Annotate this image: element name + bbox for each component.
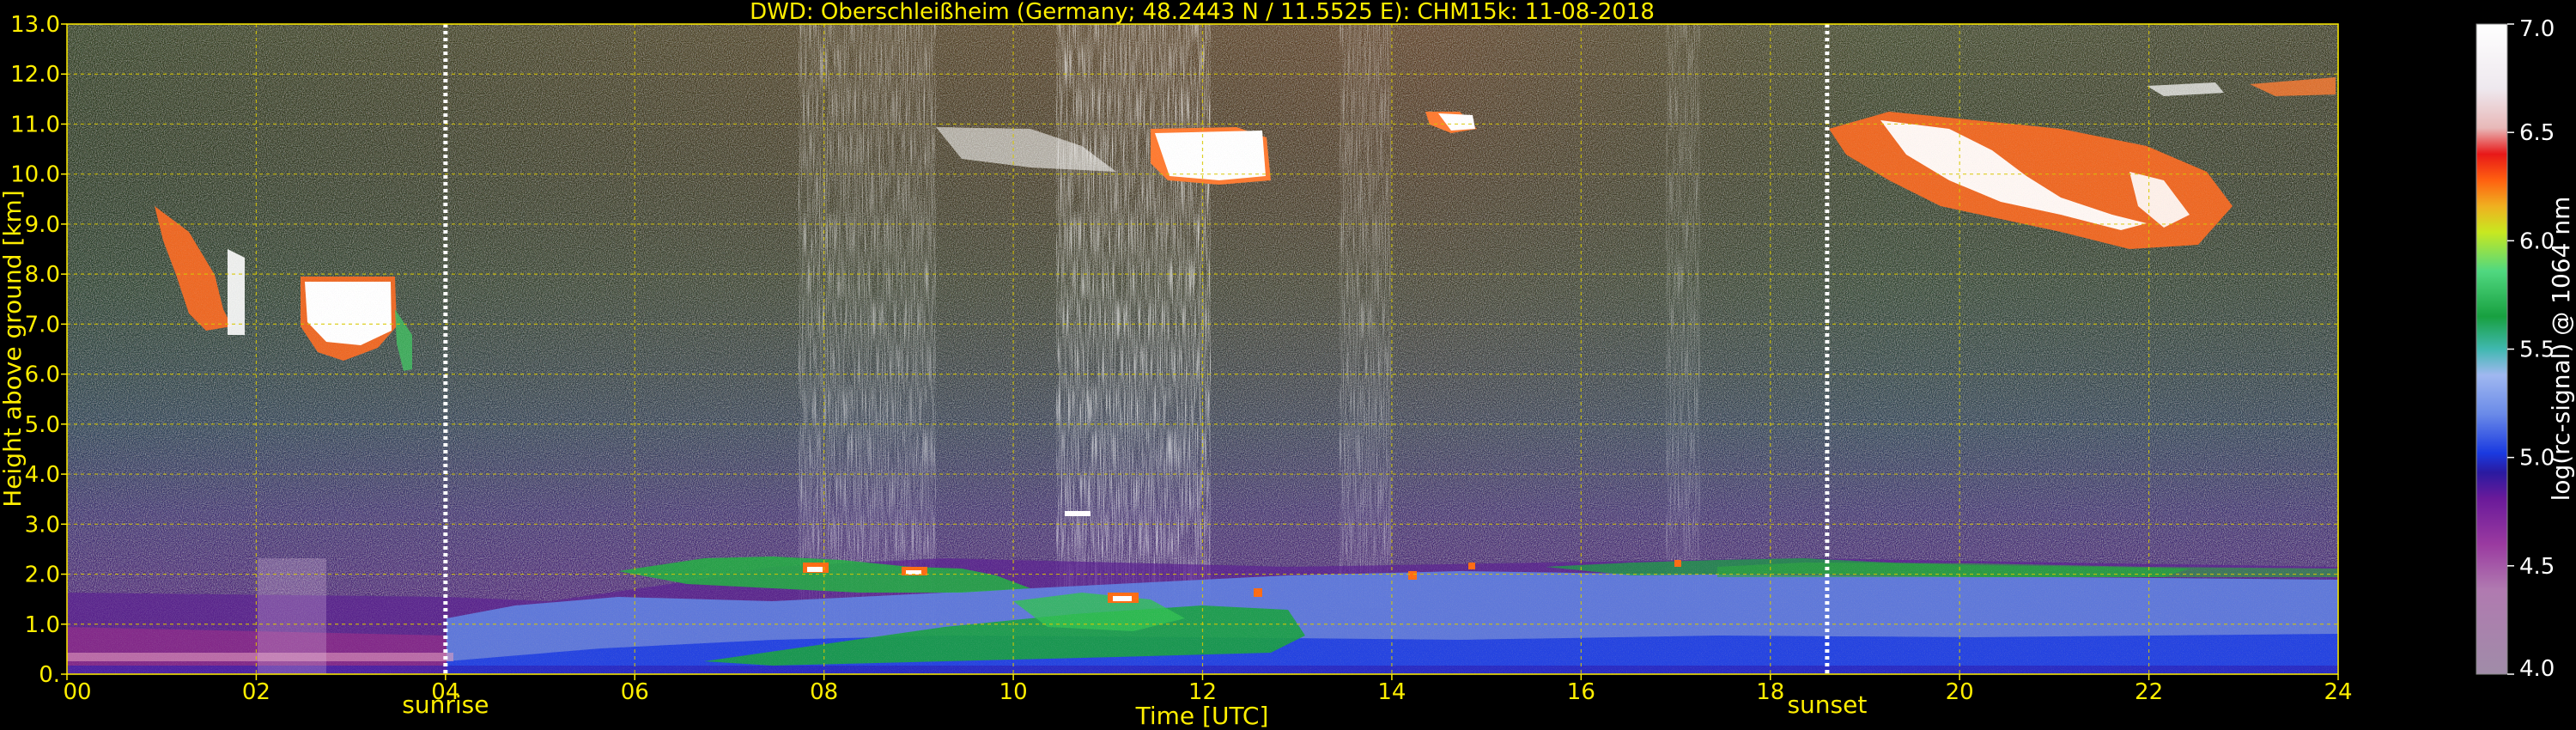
colorbar-scale bbox=[2476, 23, 2508, 675]
chart-title: DWD: Oberschleißheim (Germany; 48.2443 N… bbox=[750, 0, 1655, 25]
x-tick-label: 02 bbox=[242, 679, 270, 705]
x-tick-label: 20 bbox=[1946, 679, 1974, 705]
y-tick-label: 10.0 bbox=[10, 162, 60, 188]
y-tick-label: 5.0 bbox=[25, 412, 60, 438]
x-tick-label: 18 bbox=[1756, 679, 1784, 705]
colorbar-tick-label: 6.5 bbox=[2519, 120, 2555, 146]
y-tick-label: 3.0 bbox=[25, 512, 60, 538]
sunset-label: sunset bbox=[1787, 690, 1867, 719]
y-tick-label: 6.0 bbox=[25, 362, 60, 388]
colorbar-tick-label: 4.0 bbox=[2519, 656, 2555, 682]
y-tick-label: 1.0 bbox=[25, 612, 60, 638]
y-axis-label: Height above ground [km] bbox=[0, 190, 27, 508]
x-tick-label: 00 bbox=[63, 679, 91, 705]
x-tick-label: 04 bbox=[431, 679, 459, 705]
x-axis-label: Time [UTC] bbox=[1135, 702, 1269, 730]
colorbar-tick-label: 4.5 bbox=[2519, 554, 2555, 580]
x-tick-label: 22 bbox=[2135, 679, 2163, 705]
colorbar-tick-label: 7.0 bbox=[2519, 16, 2555, 42]
y-tick-label: 11.0 bbox=[10, 112, 60, 137]
y-tick-label: 4.0 bbox=[25, 462, 60, 488]
y-tick-label: 0. bbox=[39, 662, 60, 688]
y-tick-label: 7.0 bbox=[25, 312, 60, 338]
y-tick-label: 12.0 bbox=[10, 62, 60, 88]
y-tick-label: 9.0 bbox=[25, 212, 60, 238]
x-tick-label: 14 bbox=[1377, 679, 1406, 705]
colorbar-label: log(rc-signal) @ 1064 nm bbox=[2547, 197, 2575, 502]
x-tick-label: 10 bbox=[999, 679, 1028, 705]
x-tick-label: 06 bbox=[621, 679, 649, 705]
y-tick-label: 13.0 bbox=[10, 12, 60, 38]
y-tick-label: 2.0 bbox=[25, 563, 60, 588]
ceilometer-chart: sunrise sunset 00 02 04 06 08 10 12 14 16 18 20 22 24… bbox=[0, 0, 2575, 730]
colorbar: 4.04.55.05.56.06.57.0 log(rc-signal) @ 1… bbox=[2476, 16, 2575, 682]
x-tick-label: 24 bbox=[2324, 679, 2352, 705]
x-tick-label: 16 bbox=[1567, 679, 1595, 705]
y-tick-label: 8.0 bbox=[25, 262, 60, 288]
x-tick-label: 08 bbox=[810, 679, 838, 705]
